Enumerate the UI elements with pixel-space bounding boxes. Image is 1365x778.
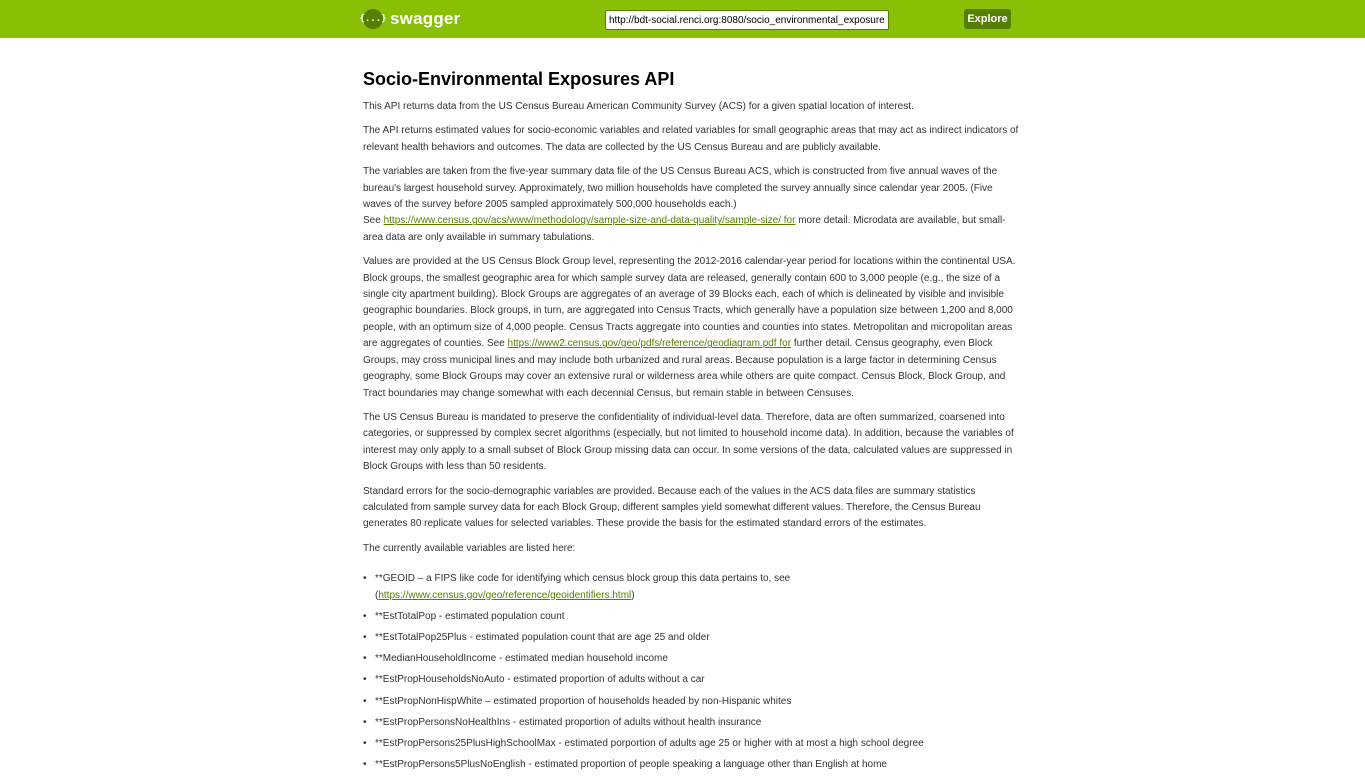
swagger-logo[interactable]: {...} swagger [359,8,461,30]
source-paragraph: The variables are taken from the five-ye… [363,164,1023,246]
list-item: **MedianHouseholdIncome - estimated medi… [363,651,1023,668]
geography-text: Values are provided at the US Census Blo… [363,256,1016,350]
swagger-logo-icon: {...} [359,9,387,29]
geodiagram-link[interactable]: https://www2.census.gov/geo/pdfs/referen… [508,338,792,349]
list-item: **EstTotalPop25Plus - estimated populati… [363,630,1023,647]
api-url-input[interactable] [605,10,889,30]
sample-size-link[interactable]: https://www.census.gov/acs/www/methodolo… [384,215,796,226]
source-text: The variables are taken from the five-ye… [363,166,998,211]
list-item: **EstPropPersons5PlusNoEnglish - estimat… [363,757,1023,774]
standard-errors-paragraph: Standard errors for the socio-demographi… [363,485,981,530]
description-paragraph: The API returns estimated values for soc… [363,125,1019,153]
geoid-text: **GEOID – a FIPS like code for identifyi… [375,573,791,585]
list-item: **EstPropNonHispWhite – estimated propor… [363,694,1023,711]
list-item: **EstPropHouseholdsNoAuto - estimated pr… [363,672,1023,689]
geoid-close-paren: ) [631,589,635,601]
source-see-label: See [363,215,381,227]
page-title: Socio-Environmental Exposures API [363,69,675,89]
explore-button[interactable]: Explore [964,9,1011,29]
variables-intro: The currently available variables are li… [363,542,576,554]
geography-paragraph: Values are provided at the US Census Blo… [363,254,1023,402]
top-bar: {...} swagger Explore [0,0,1365,38]
variables-list: **GEOID – a FIPS like code for identifyi… [363,571,1023,774]
list-item: **EstPropPersonsNoHealthIns - estimated … [363,715,1023,732]
intro-paragraph: This API returns data from the US Census… [363,101,914,112]
api-info: Socio-Environmental Exposures API This A… [363,67,1023,778]
geoidentifiers-link[interactable]: https://www.census.gov/geo/reference/geo… [378,590,631,601]
swagger-logo-text: swagger [390,9,461,28]
confidentiality-paragraph: The US Census Bureau is mandated to pres… [363,411,1014,473]
top-bar-inner: {...} swagger Explore [359,0,1011,38]
list-item: **EstPropPersons25PlusHighSchoolMax - es… [363,736,1023,753]
list-item: **GEOID – a FIPS like code for identifyi… [363,571,1023,604]
list-item: **EstTotalPop - estimated population cou… [363,609,1023,626]
